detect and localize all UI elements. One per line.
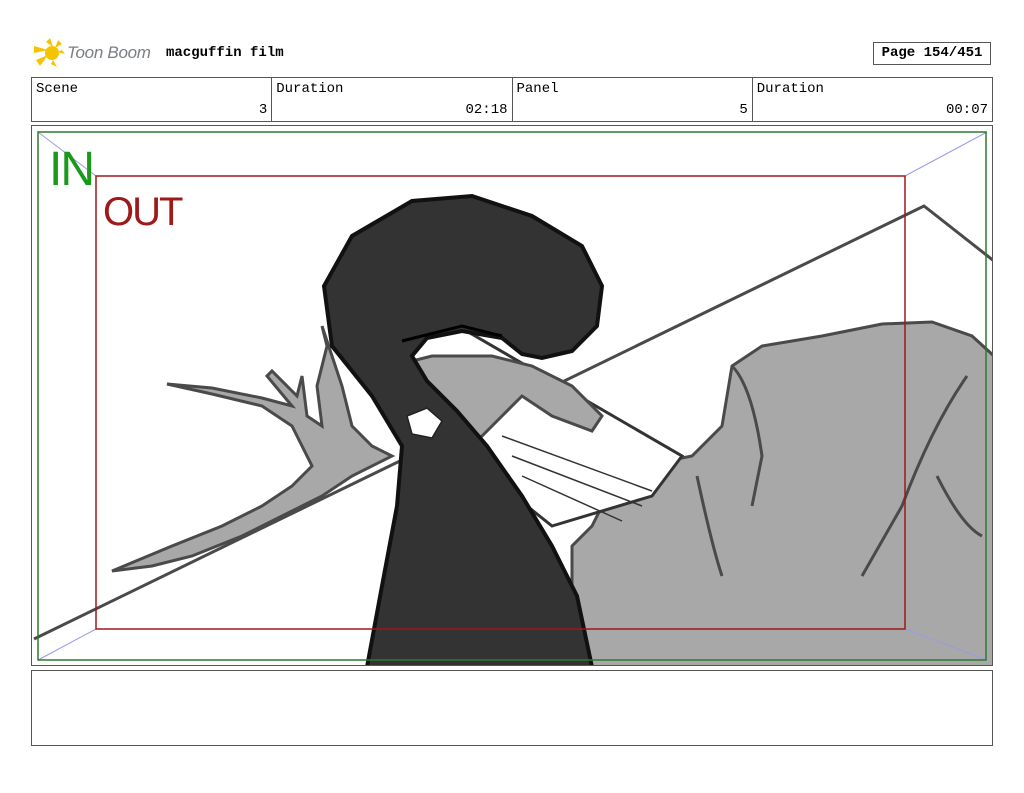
scene-duration-cell: Duration 02:18 (272, 78, 513, 121)
panel-label: Panel (516, 81, 559, 97)
scene-cell: Scene 3 (32, 78, 273, 121)
brand-logo-text: Toon Boom (67, 43, 151, 62)
scene-duration-label: Duration (276, 81, 344, 97)
panel-cell: Panel 5 (513, 78, 753, 121)
panel-notes-box (31, 670, 993, 746)
panel-duration-cell: Duration 00:07 (753, 78, 992, 121)
scene-value: 3 (258, 102, 268, 118)
scene-label: Scene (36, 81, 79, 97)
panel-value: 5 (739, 102, 748, 118)
scene-duration-value: 02:18 (465, 102, 508, 118)
page-number: Page 154/451 (873, 42, 991, 65)
storyboard-panel: IN OUT (31, 125, 993, 666)
film-title: macguffin film (166, 45, 284, 61)
panel-info-row: Scene 3 Duration 02:18 Panel 5 Duration … (31, 77, 993, 122)
panel-duration-label: Duration (756, 81, 824, 97)
out-frame-label: OUT (103, 190, 183, 234)
in-frame-label: IN (49, 143, 95, 196)
panel-duration-value: 00:07 (945, 102, 988, 118)
